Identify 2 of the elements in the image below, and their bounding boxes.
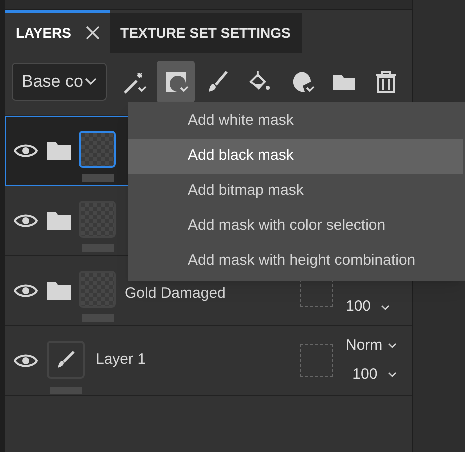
layer-name: Gold Damaged [125,284,226,304]
layer-name: Layer 1 [96,350,146,370]
